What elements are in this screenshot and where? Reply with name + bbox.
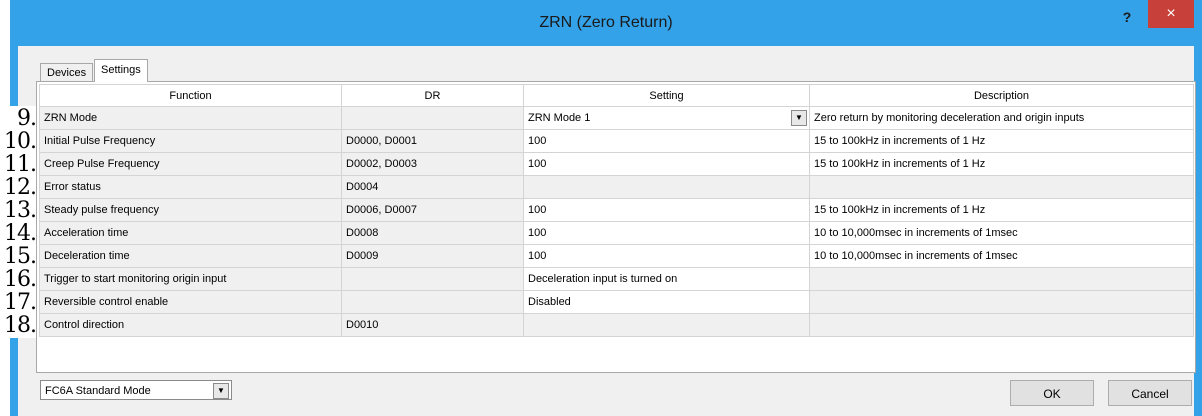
- ok-button[interactable]: OK: [1010, 380, 1094, 406]
- table-row: Reversible control enable Disabled: [39, 290, 1194, 314]
- table-row: Deceleration time D0009 100 10 to 10,000…: [39, 244, 1194, 268]
- row-number: 13.: [0, 198, 37, 223]
- column-header-setting: Setting: [523, 84, 810, 107]
- setting-value: ZRN Mode 1: [528, 112, 591, 124]
- row-number: 18.: [0, 313, 37, 338]
- table-row: Error status D0004: [39, 175, 1194, 199]
- row-number: 14.: [0, 221, 37, 246]
- settings-panel: Function DR Setting Description ZRN Mode…: [36, 81, 1196, 373]
- setting-input[interactable]: 100: [523, 244, 810, 268]
- row-number: 12.: [0, 175, 37, 200]
- row-number: 16.: [0, 267, 37, 292]
- title-bar: ZRN (Zero Return) ? ×: [10, 0, 1202, 46]
- description-cell: 15 to 100kHz in increments of 1 Hz: [809, 129, 1194, 153]
- tab-settings[interactable]: Settings: [94, 59, 148, 82]
- table-row: Acceleration time D0008 100 10 to 10,000…: [39, 221, 1194, 245]
- dr-cell: D0010: [341, 313, 524, 337]
- row-number: 10.: [0, 129, 37, 154]
- table-row: ZRN Mode ZRN Mode 1 ▼ Zero return by moni…: [39, 106, 1194, 130]
- settings-table: Function DR Setting Description ZRN Mode…: [39, 84, 1194, 337]
- table-row: Initial Pulse Frequency D0000, D0001 100…: [39, 129, 1194, 153]
- function-cell: Error status: [39, 175, 342, 199]
- dr-cell: [341, 106, 524, 130]
- setting-cell: [523, 175, 810, 199]
- close-button[interactable]: ×: [1148, 0, 1194, 28]
- setting-input[interactable]: 100: [523, 152, 810, 176]
- dr-cell: D0004: [341, 175, 524, 199]
- setting-select[interactable]: ZRN Mode 1 ▼: [523, 106, 810, 130]
- function-cell: Creep Pulse Frequency: [39, 152, 342, 176]
- cancel-button[interactable]: Cancel: [1108, 380, 1192, 406]
- table-row: Trigger to start monitoring origin input…: [39, 267, 1194, 291]
- description-cell: [809, 267, 1194, 291]
- table-row: Steady pulse frequency D0006, D0007 100 …: [39, 198, 1194, 222]
- tab-devices[interactable]: Devices: [40, 63, 94, 82]
- row-number: 11.: [0, 152, 37, 177]
- dr-cell: D0002, D0003: [341, 152, 524, 176]
- function-cell: Steady pulse frequency: [39, 198, 342, 222]
- description-cell: Zero return by monitoring deceleration a…: [809, 106, 1194, 130]
- row-number: 17.: [0, 290, 37, 315]
- chevron-down-icon[interactable]: ▼: [213, 383, 229, 399]
- function-cell: Trigger to start monitoring origin input: [39, 267, 342, 291]
- function-cell: Reversible control enable: [39, 290, 342, 314]
- dr-cell: D0000, D0001: [341, 129, 524, 153]
- help-button[interactable]: ?: [1114, 6, 1140, 28]
- setting-input[interactable]: Deceleration input is turned on: [523, 267, 810, 291]
- description-cell: 15 to 100kHz in increments of 1 Hz: [809, 198, 1194, 222]
- function-cell: Deceleration time: [39, 244, 342, 268]
- description-cell: [809, 290, 1194, 314]
- function-cell: Control direction: [39, 313, 342, 337]
- mode-select-value: FC6A Standard Mode: [45, 385, 151, 397]
- row-number: 9.: [0, 106, 37, 131]
- setting-cell: [523, 313, 810, 337]
- description-cell: [809, 175, 1194, 199]
- table-row: Creep Pulse Frequency D0002, D0003 100 1…: [39, 152, 1194, 176]
- column-header-function: Function: [39, 84, 342, 107]
- function-cell: ZRN Mode: [39, 106, 342, 130]
- function-cell: Acceleration time: [39, 221, 342, 245]
- setting-input[interactable]: 100: [523, 198, 810, 222]
- description-cell: 10 to 10,000msec in increments of 1msec: [809, 221, 1194, 245]
- table-row: Control direction D0010: [39, 313, 1194, 337]
- description-cell: 15 to 100kHz in increments of 1 Hz: [809, 152, 1194, 176]
- dr-cell: D0006, D0007: [341, 198, 524, 222]
- description-cell: [809, 313, 1194, 337]
- column-header-description: Description: [809, 84, 1194, 107]
- dialog-client: Devices Settings Function DR Setting Des…: [18, 46, 1196, 416]
- dr-cell: D0008: [341, 221, 524, 245]
- function-cell: Initial Pulse Frequency: [39, 129, 342, 153]
- dr-cell: [341, 267, 524, 291]
- dr-cell: [341, 290, 524, 314]
- description-cell: 10 to 10,000msec in increments of 1msec: [809, 244, 1194, 268]
- table-header-row: Function DR Setting Description: [39, 84, 1194, 107]
- dialog-window: ZRN (Zero Return) ? × Devices Settings F…: [10, 0, 1202, 416]
- mode-select[interactable]: FC6A Standard Mode ▼: [40, 380, 232, 400]
- column-header-dr: DR: [341, 84, 524, 107]
- setting-input[interactable]: 100: [523, 221, 810, 245]
- window-title: ZRN (Zero Return): [539, 14, 673, 31]
- setting-input[interactable]: 100: [523, 129, 810, 153]
- row-number: 15.: [0, 244, 37, 269]
- setting-input[interactable]: Disabled: [523, 290, 810, 314]
- dr-cell: D0009: [341, 244, 524, 268]
- chevron-down-icon[interactable]: ▼: [791, 110, 807, 126]
